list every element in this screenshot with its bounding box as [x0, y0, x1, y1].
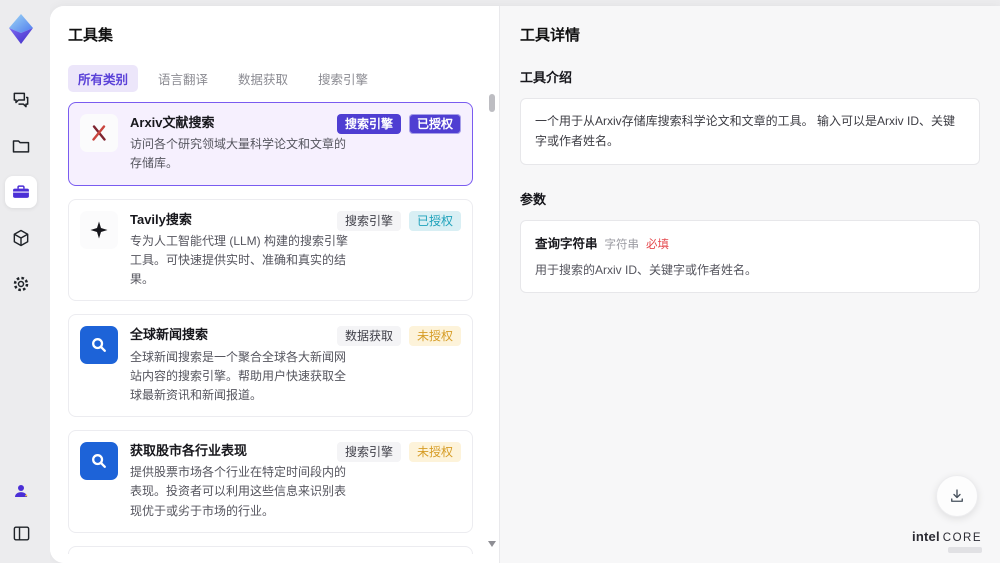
tool-category-badge: 数据获取: [336, 326, 401, 347]
brand-core-text: core: [942, 532, 982, 544]
tool-icon-tile: [80, 114, 118, 152]
intro-text: 一个用于从Arxiv存储库搜索科学论文和文章的工具。 输入可以是Arxiv ID…: [535, 114, 956, 149]
tool-name: Tavily搜索: [130, 211, 192, 227]
page-title: 工具集: [68, 27, 114, 44]
scrollbar-thumb[interactable]: [489, 94, 495, 112]
category-tab[interactable]: 所有类别: [68, 65, 139, 92]
intel-core-logo: intel core: [912, 529, 982, 553]
left-rail: [0, 0, 50, 563]
download-button[interactable]: [936, 475, 978, 517]
app-logo: [5, 12, 37, 46]
param-name: 查询字符串: [535, 236, 598, 251]
tool-card[interactable]: Arxiv文献搜索 访问各个研究领域大量科学论文和文章的存储库。 搜索引擎 已授…: [68, 102, 473, 186]
tool-auth-badge: 已授权: [408, 114, 461, 134]
tool-details-panel: 工具详情 工具介绍 一个用于从Arxiv存储库搜索科学论文和文章的工具。 输入可…: [500, 6, 1000, 563]
tool-desc: 提供股票市场各个行业在特定时间段内的表现。投资者可以利用这些信息来识别表现优于或…: [130, 465, 347, 518]
category-tabs: 所有类别 语言翻译 数据获取 搜索引擎: [68, 65, 477, 92]
tool-name: Arxiv文献搜索: [130, 115, 215, 130]
category-tab[interactable]: 搜索引擎: [308, 65, 378, 92]
brand-intel-text: intel: [912, 529, 940, 544]
tool-auth-badge: 未授权: [408, 326, 461, 347]
brand-subtext-bar: [948, 547, 982, 553]
tool-category-badge: 搜索引擎: [336, 210, 401, 231]
toolbox-icon[interactable]: [5, 176, 37, 208]
params-heading: 参数: [520, 191, 547, 207]
param-desc: 用于搜索的Arxiv ID、关键字或作者姓名。: [535, 262, 758, 277]
param-required-badge: 必填: [646, 238, 670, 251]
tool-card[interactable]: 获取股市各行业表现 提供股票市场各个行业在特定时间段内的表现。投资者可以利用这些…: [68, 430, 473, 533]
user-icon[interactable]: [5, 475, 37, 507]
magnifier-icon: [92, 454, 106, 469]
tool-collection-panel: 工具集 所有类别 语言翻译 数据获取 搜索引擎 Arxiv文献搜索 访问各个研究领域大…: [50, 6, 500, 563]
tool-desc: 访问各个研究领域大量科学论文和文章的存储库。: [130, 137, 347, 171]
tool-name: 获取股市各行业表现: [130, 443, 248, 459]
param-box: 查询字符串 字符串 必填 用于搜索的Arxiv ID、关键字或作者姓名。: [520, 219, 980, 293]
tool-auth-badge: 未授权: [408, 442, 461, 463]
tool-category-badge: 搜索引擎: [336, 442, 401, 463]
main-container: 工具集 所有类别 语言翻译 数据获取 搜索引擎 Arxiv文献搜索 访问各个研究领域大…: [50, 6, 1000, 563]
tool-auth-badge: 已授权: [408, 210, 461, 231]
param-type: 字符串: [604, 238, 640, 251]
download-icon: [951, 489, 963, 502]
details-title: 工具详情: [520, 27, 581, 44]
list-scrollbar[interactable]: [488, 90, 496, 553]
folder-icon[interactable]: [5, 130, 37, 162]
magnifier-icon: [92, 338, 106, 353]
layout-panel-icon[interactable]: [5, 517, 37, 549]
category-tab[interactable]: 语言翻译: [148, 65, 218, 92]
tool-card[interactable]: 获取市场最活跃股票信息 提供当天交易量最高的股票列表，投资者可以利用这些信息来识…: [68, 545, 473, 554]
tavily-star-icon: [90, 221, 108, 239]
intro-box: 一个用于从Arxiv存储库搜索科学论文和文章的工具。 输入可以是Arxiv ID…: [520, 98, 980, 165]
tool-desc: 专为人工智能代理 (LLM) 构建的搜索引擎工具。可快速提供实时、准确和真实的结…: [130, 233, 349, 287]
tool-icon-tile: [80, 326, 118, 365]
tool-icon-tile: [80, 442, 118, 481]
scrollbar-down-arrow[interactable]: [488, 541, 496, 547]
cube-icon[interactable]: [5, 222, 37, 254]
intro-heading: 工具介绍: [520, 70, 573, 85]
tool-category-badge: 搜索引擎: [336, 114, 401, 134]
tool-list: Arxiv文献搜索 访问各个研究领域大量科学论文和文章的存储库。 搜索引擎 已授…: [68, 102, 477, 554]
tool-card[interactable]: 全球新闻搜索 全球新闻搜索是一个聚合全球各大新闻网站内容的搜索引擎。帮助用户快速…: [68, 314, 473, 418]
tool-card[interactable]: Tavily搜索 专为人工智能代理 (LLM) 构建的搜索引擎工具。可快速提供实…: [68, 198, 473, 302]
tool-name: 全球新闻搜索: [130, 327, 209, 343]
gear-icon[interactable]: [5, 268, 37, 300]
chat-icon[interactable]: [5, 84, 37, 116]
tool-desc: 全球新闻搜索是一个聚合全球各大新闻网站内容的搜索引擎。帮助用户快速获取全球最新资…: [130, 349, 347, 402]
arxiv-icon: [92, 125, 106, 141]
category-tab[interactable]: 数据获取: [228, 65, 298, 92]
tool-icon-tile: [80, 210, 118, 249]
